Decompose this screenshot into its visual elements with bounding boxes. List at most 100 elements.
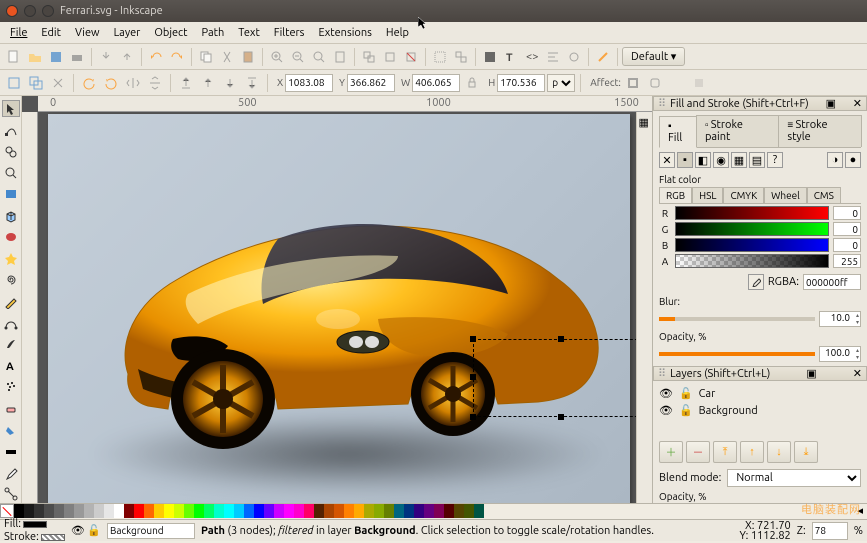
palette-swatch[interactable] bbox=[54, 504, 64, 518]
paint-linear-button[interactable]: ◧ bbox=[695, 152, 711, 168]
b-value-input[interactable] bbox=[833, 238, 861, 252]
tweak-tool[interactable] bbox=[2, 143, 20, 160]
export-button[interactable] bbox=[117, 47, 137, 67]
blur-slider[interactable] bbox=[659, 317, 815, 321]
affect-stroke-button[interactable] bbox=[623, 73, 643, 93]
palette-swatch[interactable] bbox=[334, 504, 344, 518]
palette-swatch[interactable] bbox=[364, 504, 374, 518]
layer-remove-button[interactable]: － bbox=[686, 441, 710, 463]
node-tool[interactable] bbox=[2, 121, 20, 138]
clone-button[interactable] bbox=[380, 47, 400, 67]
menu-layer[interactable]: Layer bbox=[108, 25, 147, 41]
paint-unknown-button[interactable]: ? bbox=[767, 152, 783, 168]
palette-swatch[interactable] bbox=[164, 504, 174, 518]
palette-swatch[interactable] bbox=[214, 504, 224, 518]
paint-radial-button[interactable]: ◉ bbox=[713, 152, 729, 168]
tab-fill[interactable]: ▪ Fill bbox=[659, 116, 697, 148]
g-slider[interactable] bbox=[675, 222, 829, 236]
layer-down-button[interactable]: ↓ bbox=[767, 441, 791, 463]
pencil-tool[interactable] bbox=[2, 293, 20, 310]
vertical-ruler[interactable] bbox=[22, 112, 38, 503]
horizontal-ruler[interactable]: 0 500 1000 1500 bbox=[38, 96, 652, 112]
eye-icon[interactable]: 👁 bbox=[659, 387, 673, 400]
layers-iconify-button[interactable]: ▣ bbox=[806, 367, 816, 380]
palette-swatch[interactable] bbox=[394, 504, 404, 518]
duplicate-button[interactable] bbox=[359, 47, 379, 67]
layer-bottom-button[interactable]: ⤓ bbox=[794, 441, 818, 463]
fill-stroke-dialog-button[interactable] bbox=[480, 47, 500, 67]
rect-tool[interactable] bbox=[2, 186, 20, 203]
layer-up-button[interactable]: ↑ bbox=[740, 441, 764, 463]
selection-handle-tm[interactable] bbox=[558, 336, 564, 342]
deselect-button[interactable] bbox=[48, 73, 68, 93]
rotate-cw-button[interactable] bbox=[101, 73, 121, 93]
lower-button[interactable] bbox=[220, 73, 240, 93]
new-document-button[interactable] bbox=[4, 47, 24, 67]
fill-stroke-indicator[interactable]: Fill: Stroke: bbox=[4, 518, 65, 543]
palette-swatch[interactable] bbox=[424, 504, 434, 518]
a-slider[interactable] bbox=[675, 254, 829, 268]
zoom-in-button[interactable] bbox=[267, 47, 287, 67]
r-value-input[interactable] bbox=[833, 206, 861, 220]
palette-swatch[interactable] bbox=[94, 504, 104, 518]
palette-swatch[interactable] bbox=[134, 504, 144, 518]
save-button[interactable] bbox=[46, 47, 66, 67]
layer-row-car[interactable]: 👁 🔓 Car bbox=[659, 385, 861, 402]
palette-swatch[interactable] bbox=[434, 504, 444, 518]
spray-tool[interactable] bbox=[2, 379, 20, 396]
palette-swatch[interactable] bbox=[314, 504, 324, 518]
lower-bottom-button[interactable] bbox=[242, 73, 262, 93]
palette-swatch[interactable] bbox=[384, 504, 394, 518]
select-all-button[interactable] bbox=[4, 73, 24, 93]
menu-filters[interactable]: Filters bbox=[268, 25, 311, 41]
palette-swatch[interactable] bbox=[74, 504, 84, 518]
palette-swatch[interactable] bbox=[294, 504, 304, 518]
unlink-clone-button[interactable] bbox=[401, 47, 421, 67]
menu-object[interactable]: Object bbox=[148, 25, 193, 41]
lock-open-icon[interactable]: 🔓 bbox=[679, 404, 693, 417]
rotate-ccw-button[interactable] bbox=[79, 73, 99, 93]
xml-dialog-button[interactable]: <> bbox=[522, 47, 542, 67]
3dbox-tool[interactable] bbox=[2, 207, 20, 224]
unit-select[interactable]: px bbox=[547, 74, 575, 92]
fill-rule-evenodd-button[interactable]: ◑ bbox=[827, 152, 843, 168]
paint-none-button[interactable]: ✕ bbox=[659, 152, 675, 168]
ungroup-button[interactable] bbox=[451, 47, 471, 67]
selection-handle-bm[interactable] bbox=[558, 414, 564, 420]
x-input[interactable] bbox=[285, 74, 333, 92]
selection-handle-ml[interactable] bbox=[470, 374, 476, 380]
g-value-input[interactable] bbox=[833, 222, 861, 236]
bucket-tool[interactable] bbox=[2, 421, 20, 438]
palette-swatch[interactable] bbox=[154, 504, 164, 518]
selection-handle-tl[interactable] bbox=[470, 336, 476, 342]
affect-corners-button[interactable] bbox=[645, 73, 665, 93]
text-tool[interactable]: A bbox=[2, 357, 20, 374]
eraser-tool[interactable] bbox=[2, 400, 20, 417]
menu-view[interactable]: View bbox=[69, 25, 106, 41]
tab-stroke-paint[interactable]: ▫ Stroke paint bbox=[696, 115, 779, 147]
palette-swatch[interactable] bbox=[234, 504, 244, 518]
palette-swatch[interactable] bbox=[184, 504, 194, 518]
palette-swatch[interactable] bbox=[354, 504, 364, 518]
preferences-button[interactable] bbox=[564, 47, 584, 67]
zoom-out-button[interactable] bbox=[288, 47, 308, 67]
flip-h-button[interactable] bbox=[123, 73, 143, 93]
tab-stroke-style[interactable]: ≡ Stroke style bbox=[778, 115, 862, 147]
h-input[interactable] bbox=[497, 74, 545, 92]
palette-swatch[interactable] bbox=[244, 504, 254, 518]
window-close-button[interactable] bbox=[6, 5, 18, 17]
palette-swatch[interactable] bbox=[414, 504, 424, 518]
layer-indicator-icon[interactable]: 👁 🔓 bbox=[71, 524, 101, 537]
fillstroke-panel-header[interactable]: ⠿ Fill and Stroke (Shift+Ctrl+F) ▣ ✕ bbox=[653, 96, 867, 111]
menu-extensions[interactable]: Extensions bbox=[312, 25, 377, 41]
menu-file[interactable]: File bbox=[4, 25, 33, 41]
palette-swatch[interactable] bbox=[144, 504, 154, 518]
palette-swatch[interactable] bbox=[84, 504, 94, 518]
palette-swatch[interactable] bbox=[224, 504, 234, 518]
canvas[interactable] bbox=[38, 112, 652, 503]
layer-row-background[interactable]: 👁 🔓 Background bbox=[659, 402, 861, 419]
color-tab-rgb[interactable]: RGB bbox=[659, 187, 692, 203]
palette-swatch[interactable] bbox=[254, 504, 264, 518]
blur-value-input[interactable]: 10.0 bbox=[819, 311, 861, 327]
status-layer-select[interactable] bbox=[107, 523, 195, 539]
